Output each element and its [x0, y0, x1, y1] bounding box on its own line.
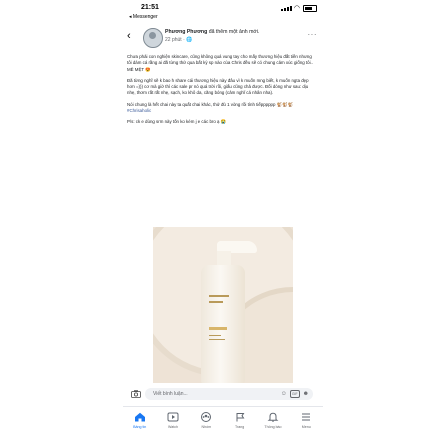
bell-icon — [267, 412, 279, 422]
gif-icon[interactable]: GIF — [289, 390, 300, 398]
post-paragraph: Đã từng nghĩ sẽ k bao h share cái thương… — [127, 77, 309, 96]
nav-label: Menu — [301, 425, 311, 429]
globe-icon: 🌐 — [186, 37, 193, 43]
comment-input-icons: ☺ GIF ☻ — [281, 390, 309, 398]
camera-icon[interactable] — [131, 390, 141, 398]
post-author-line: Phương Phương đã thêm một ảnh mới. — [165, 29, 259, 35]
system-icons: ◠ — [280, 4, 317, 12]
product-bottle — [201, 265, 245, 383]
hashtag-link[interactable]: #Chrisaholic — [127, 108, 317, 114]
more-options-icon[interactable]: ··· — [308, 30, 318, 39]
post-ps: P/s: ck e dùng srm này tốn ko kém j e cá… — [127, 119, 227, 125]
status-bar: 21:51 ◂ Messenger ◠ — [123, 4, 323, 22]
nav-label: Thông báo — [264, 425, 282, 429]
status-time: 21:51 — [141, 4, 159, 11]
flag-icon — [236, 413, 245, 422]
post-photo[interactable] — [153, 227, 293, 383]
nav-pages[interactable]: Trang — [223, 407, 256, 437]
post-action: đã thêm một ảnh mới. — [208, 29, 260, 35]
post-paragraph: Nói chung là hết chai này ta quất chai k… — [127, 101, 294, 107]
menu-icon — [302, 413, 311, 421]
post-paragraph: Chưa phải con nghiện skincare, cũng khôn… — [127, 54, 314, 72]
emoji-icon[interactable]: ☺ — [281, 390, 287, 398]
watch-icon — [167, 412, 179, 422]
nav-menu[interactable]: Menu — [290, 407, 323, 437]
nav-label: Watch — [167, 425, 179, 429]
back-to-messenger[interactable]: ◂ Messenger — [129, 14, 158, 20]
wifi-icon: ◠ — [293, 4, 300, 12]
post-header: ‹ Phương Phương đã thêm một ảnh mới. 22 … — [123, 28, 323, 50]
comment-input[interactable]: Viết bình luận... ☺ GIF ☻ — [145, 388, 313, 400]
post-author-name[interactable]: Phương Phương — [165, 29, 207, 35]
home-icon — [134, 412, 145, 422]
sticker-icon[interactable]: ☻ — [303, 390, 309, 398]
signal-icon — [280, 6, 292, 11]
bottom-nav: Bảng tin Watch Nhóm Trang Thông báo Menu — [123, 406, 323, 437]
nav-label: Nhóm — [201, 425, 212, 429]
comment-placeholder: Viết bình luận... — [153, 391, 188, 397]
back-arrow-icon[interactable]: ‹ — [127, 30, 131, 42]
phone-screen: 21:51 ◂ Messenger ◠ ‹ Phương Phương đã t… — [123, 0, 323, 444]
nav-notifications[interactable]: Thông báo — [256, 407, 289, 437]
nav-label: Trang — [235, 425, 245, 429]
post-timestamp: 22 phút · 🌐 — [165, 37, 192, 43]
groups-icon — [201, 412, 212, 422]
post-text: Chưa phải con nghiện skincare, cũng khôn… — [127, 54, 317, 131]
battery-icon — [303, 5, 317, 12]
post-time-text: 22 phút · — [165, 37, 187, 43]
comment-bar: Viết bình luận... ☺ GIF ☻ — [123, 386, 323, 404]
avatar[interactable] — [143, 28, 163, 48]
nav-watch[interactable]: Watch — [156, 407, 189, 437]
nav-groups[interactable]: Nhóm — [190, 407, 223, 437]
nav-label: Bảng tin — [133, 425, 147, 429]
nav-news-feed[interactable]: Bảng tin — [123, 407, 156, 437]
